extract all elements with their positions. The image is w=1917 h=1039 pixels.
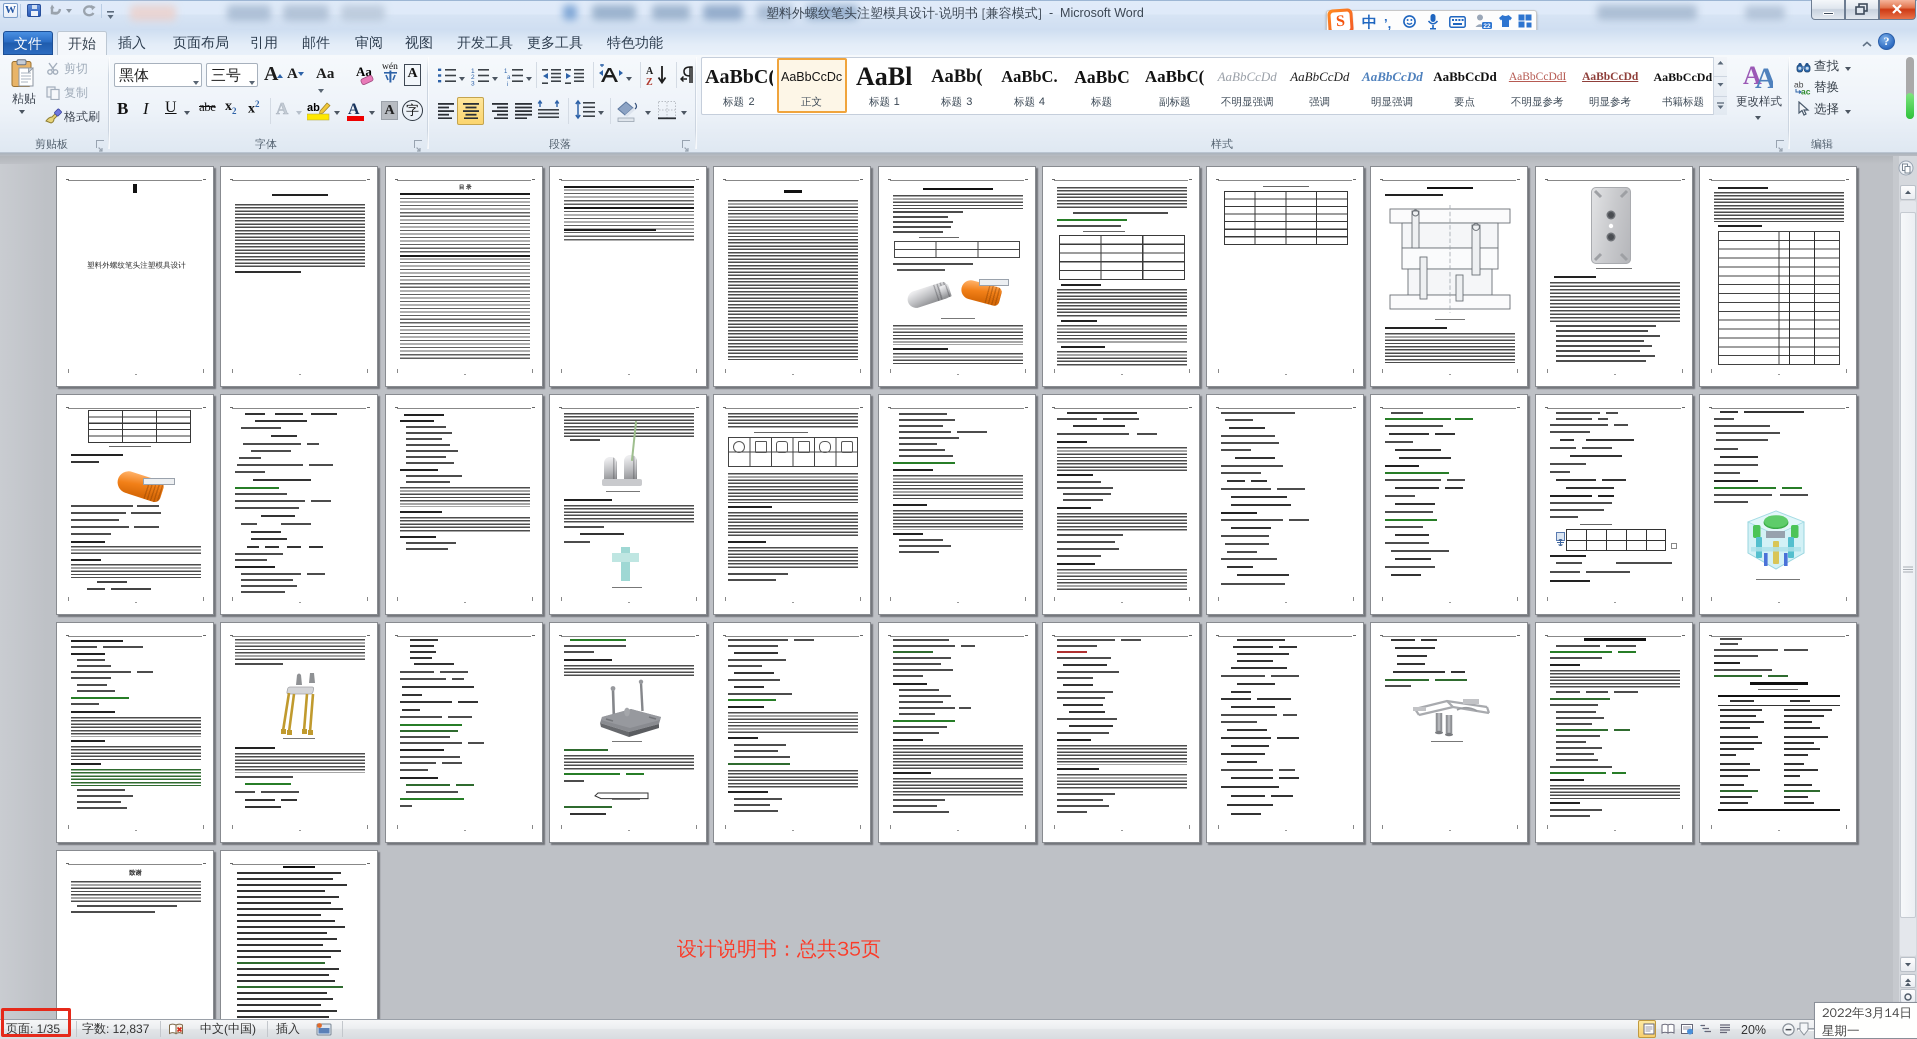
svg-text:Z: Z (646, 77, 653, 86)
svg-text:ac: ac (1801, 87, 1811, 96)
svg-text:A: A (348, 101, 360, 118)
svg-text:i: i (507, 82, 508, 86)
svg-text:A: A (646, 66, 654, 77)
svg-text:22: 22 (1483, 23, 1491, 30)
svg-text:ab: ab (307, 102, 320, 114)
svg-text:A: A (1755, 62, 1773, 90)
svg-text:a: a (507, 75, 511, 81)
svg-text:3: 3 (471, 81, 475, 87)
